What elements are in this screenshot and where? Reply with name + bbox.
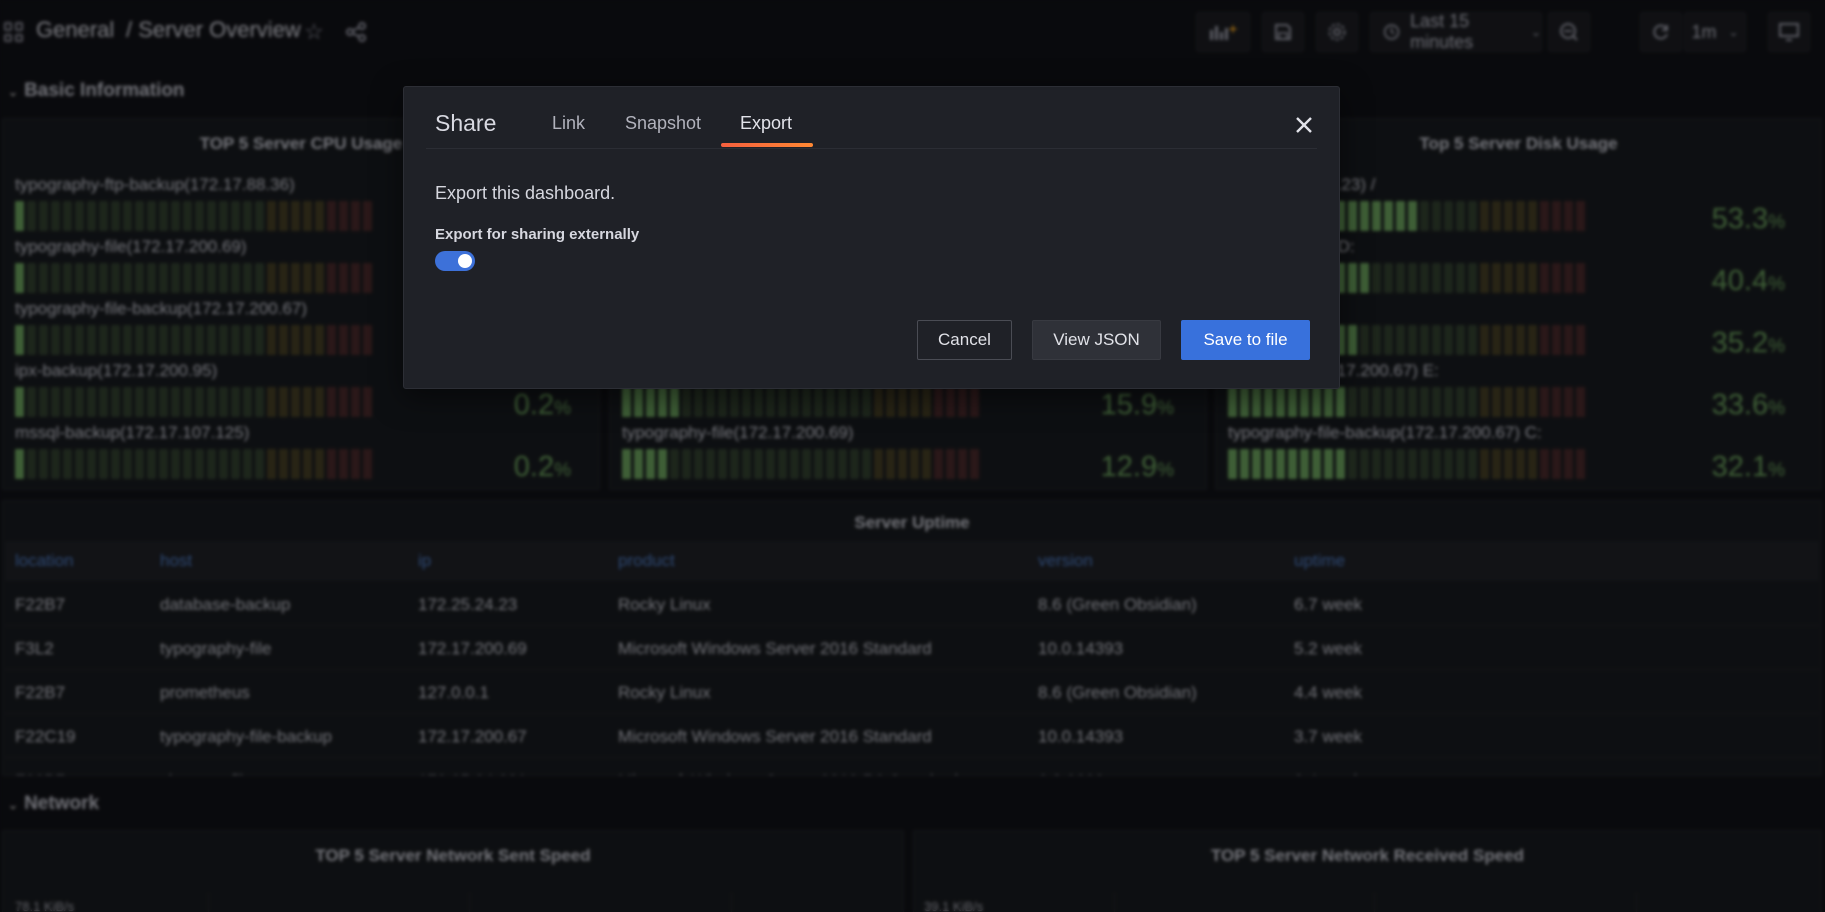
view-json-button[interactable]: View JSON bbox=[1032, 320, 1161, 360]
close-icon bbox=[1296, 117, 1312, 133]
cancel-button[interactable]: Cancel bbox=[917, 320, 1012, 360]
tab-divider bbox=[426, 148, 1317, 149]
tab-link[interactable]: Link bbox=[552, 113, 585, 134]
save-to-file-button[interactable]: Save to file bbox=[1181, 320, 1310, 360]
active-tab-indicator bbox=[721, 143, 813, 147]
modal-title: Share bbox=[435, 110, 497, 136]
close-modal-button[interactable] bbox=[1290, 111, 1318, 139]
tab-export[interactable]: Export bbox=[740, 113, 792, 134]
export-description: Export this dashboard. bbox=[435, 183, 616, 203]
export-externally-toggle[interactable] bbox=[435, 251, 475, 271]
share-modal: Share Link Snapshot Export Export this d… bbox=[403, 86, 1340, 389]
toggle-knob bbox=[458, 254, 472, 268]
tab-snapshot[interactable]: Snapshot bbox=[625, 113, 701, 134]
export-externally-label: Export for sharing externally bbox=[435, 226, 640, 243]
